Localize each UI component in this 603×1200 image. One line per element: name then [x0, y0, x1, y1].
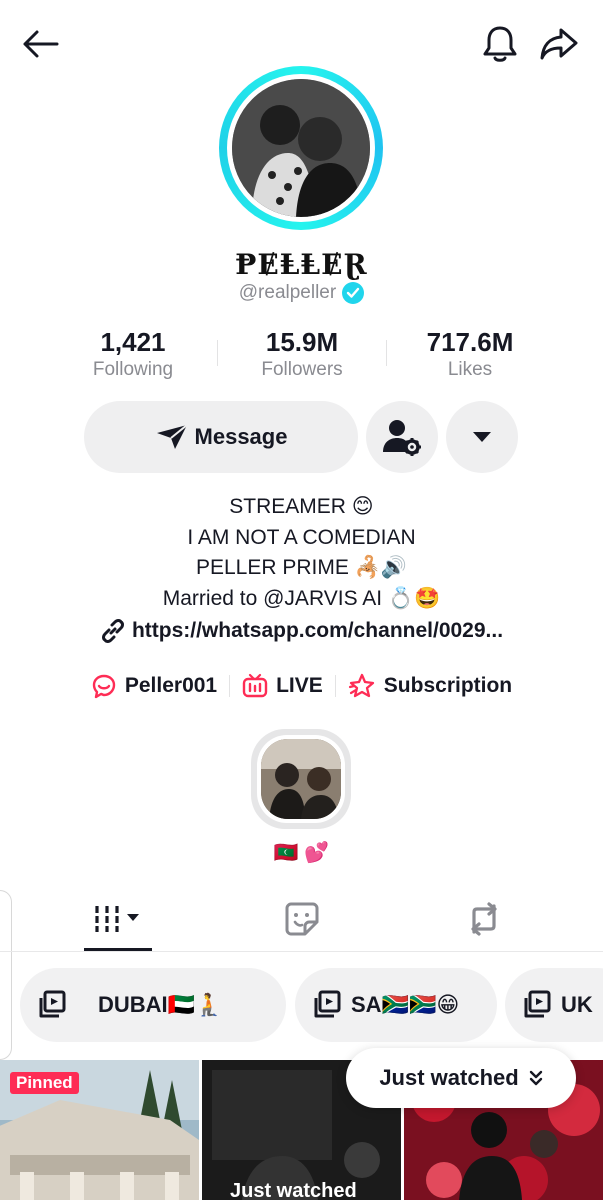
tv-icon	[242, 673, 268, 698]
link-chip-chat[interactable]: Peller001	[91, 673, 217, 699]
bio-line: PELLER PRIME 🦂🔊	[195, 556, 407, 579]
playlist-label: UK	[561, 992, 593, 1017]
video-caption: Just watched	[230, 1180, 357, 1200]
username-handle: @realpeller	[238, 282, 337, 303]
playlist-icon	[39, 990, 66, 1018]
bio-link-text: https://whatsapp.com/channel/0029...	[131, 619, 504, 642]
story-highlight[interactable]	[251, 729, 351, 829]
bio-line: STREAMER 😊	[229, 495, 374, 518]
message-button[interactable]: Message	[84, 401, 358, 473]
action-buttons: Message	[0, 401, 603, 473]
notifications-button[interactable]	[478, 22, 522, 66]
verified-badge-icon	[342, 282, 365, 304]
avatar	[232, 79, 370, 217]
bio: STREAMER 😊 I AM NOT A COMEDIAN PELLER PR…	[0, 492, 603, 614]
friend-settings-button[interactable]	[366, 401, 438, 473]
story-thumbnail	[261, 739, 341, 819]
share-button[interactable]	[536, 22, 582, 66]
playlist-icon	[524, 990, 551, 1018]
playlist-label: DUBAI🇦🇪🧎	[98, 992, 223, 1017]
avatar-frame	[227, 74, 375, 222]
send-icon	[156, 424, 188, 449]
star-icon	[348, 673, 374, 698]
repost-icon	[470, 902, 497, 936]
stat-following[interactable]: 1,421 Following	[48, 326, 218, 382]
just-watched-label: Just watched	[379, 1065, 519, 1090]
avatar-ring[interactable]	[219, 66, 383, 230]
link-icon	[101, 619, 124, 643]
user-gear-icon	[383, 420, 421, 456]
link-chip-subscription[interactable]: Subscription	[348, 673, 512, 699]
just-watched-button[interactable]: Just watched	[346, 1048, 576, 1108]
story-photo	[261, 739, 341, 819]
tab-videos[interactable]	[18, 886, 219, 952]
playlist-icon	[314, 990, 341, 1018]
video-thumbnail[interactable]: Pinned	[0, 1060, 199, 1200]
link-chip-label: Peller001	[124, 674, 218, 697]
back-button[interactable]	[18, 24, 62, 64]
likes-count: 717.6M	[426, 327, 514, 357]
profile-links-row: Peller001 LIVE Subscription	[0, 668, 603, 704]
followers-count: 15.9M	[265, 327, 339, 357]
bell-icon	[483, 26, 517, 62]
avatar-photo	[232, 79, 370, 217]
sticker-icon	[285, 902, 318, 936]
playlist-label: SA🇿🇦🇿🇦😁	[351, 992, 460, 1017]
link-chip-label: Subscription	[383, 674, 513, 697]
tab-stickers[interactable]	[201, 886, 402, 952]
share-icon	[540, 28, 578, 60]
following-count: 1,421	[100, 327, 166, 357]
playlist-chip[interactable]: DUBAI🇦🇪🧎	[20, 968, 286, 1042]
pinned-badge: Pinned	[10, 1072, 79, 1094]
bio-line: I AM NOT A COMEDIAN	[187, 525, 416, 549]
story-frame	[257, 735, 345, 823]
link-chip-live[interactable]: LIVE	[242, 673, 323, 699]
display-name: ⱣɆⱠⱠɆⱤ	[235, 248, 368, 281]
handle-row: @realpeller	[0, 282, 603, 304]
tab-reposts[interactable]	[383, 886, 584, 952]
content-tabs	[0, 886, 603, 952]
active-tab-indicator	[84, 948, 152, 951]
chip-divider	[229, 675, 231, 697]
double-chevron-down-icon	[529, 1070, 542, 1086]
chat-bubble-icon	[92, 674, 116, 699]
stat-followers[interactable]: 15.9M Followers	[217, 326, 387, 382]
playlist-chip[interactable]: SA🇿🇦🇿🇦😁	[295, 968, 497, 1042]
story-caption: 🇲🇻 💕	[273, 842, 330, 864]
stats-row: 1,421 Following 15.9M Followers 717.6M L…	[0, 326, 603, 386]
playlist-row: DUBAI🇦🇪🧎 SA🇿🇦🇿🇦😁 UK	[0, 968, 603, 1044]
grid-bars-icon	[94, 906, 139, 932]
back-arrow-icon	[23, 30, 59, 58]
playlist-chip[interactable]: UK	[505, 968, 603, 1042]
chip-divider	[334, 675, 336, 697]
following-label: Following	[92, 359, 174, 380]
caret-down-icon	[473, 432, 491, 442]
followers-label: Followers	[261, 359, 343, 380]
bio-link[interactable]: https://whatsapp.com/channel/0029...	[0, 618, 603, 644]
link-chip-label: LIVE	[276, 674, 323, 697]
more-dropdown-button[interactable]	[446, 401, 518, 473]
bio-line: Married to @JARVIS AI 💍🤩	[162, 586, 441, 610]
stat-likes[interactable]: 717.6M Likes	[385, 326, 555, 382]
likes-label: Likes	[447, 359, 493, 380]
message-button-label: Message	[194, 424, 288, 449]
